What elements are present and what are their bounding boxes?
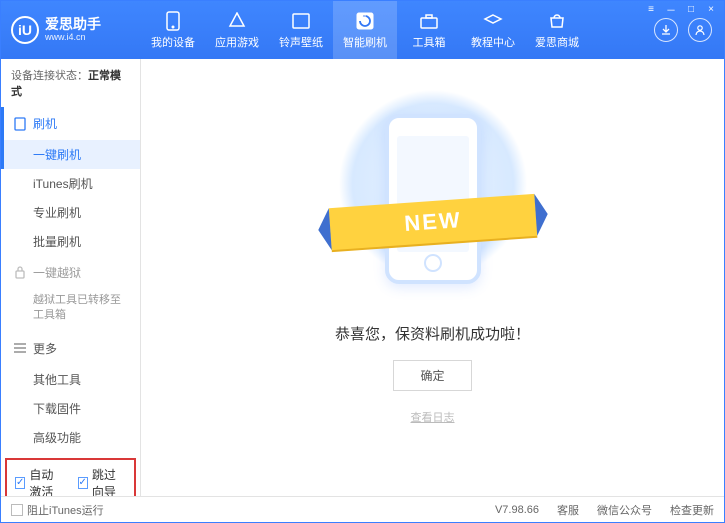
refresh-icon: [355, 11, 375, 31]
sidebar-item-pro-flash[interactable]: 专业刷机: [1, 198, 140, 227]
graduation-icon: [483, 11, 503, 31]
titlebar: ≡ － □ × iU 爱思助手 www.i4.cn 我的设备 应用游戏 铃声壁纸: [1, 1, 724, 59]
logo-icon: iU: [11, 16, 39, 44]
sidebar-header-flash[interactable]: 刷机: [1, 107, 140, 140]
sidebar-item-oneclick-flash[interactable]: 一键刷机: [1, 140, 140, 169]
nav-label: 工具箱: [413, 34, 446, 50]
ok-button[interactable]: 确定: [393, 360, 471, 391]
sidebar-header-more[interactable]: 更多: [1, 332, 140, 365]
store-icon: [547, 11, 567, 31]
sidebar-item-other-tools[interactable]: 其他工具: [1, 365, 140, 394]
apps-icon: [227, 11, 247, 31]
flash-icon: [13, 117, 27, 131]
logo-area: iU 爱思助手 www.i4.cn: [1, 16, 141, 44]
main-content: NEW 恭喜您，保资料刷机成功啦！ 确定 查看日志: [141, 59, 724, 496]
nav-apps[interactable]: 应用游戏: [205, 1, 269, 59]
jailbreak-note: 越狱工具已转移至工具箱: [1, 289, 140, 332]
sidebar-header-jailbreak[interactable]: 一键越狱: [1, 256, 140, 289]
nav-label: 我的设备: [151, 34, 195, 50]
checkbox-label: 自动激活: [29, 466, 63, 496]
status-label: 设备连接状态：: [11, 70, 88, 82]
checkbox-label: 跳过向导: [92, 466, 126, 496]
checkbox-icon: ✓: [78, 477, 88, 489]
minimize-button[interactable]: －: [664, 3, 678, 15]
footer: ✓ 阻止iTunes运行 V7.98.66 客服 微信公众号 检查更新: [1, 496, 724, 522]
sidebar-item-itunes-flash[interactable]: iTunes刷机: [1, 169, 140, 198]
checkbox-icon: ✓: [11, 504, 23, 516]
nav-smart-flash[interactable]: 智能刷机: [333, 1, 397, 59]
nav-ringtones[interactable]: 铃声壁纸: [269, 1, 333, 59]
customer-service-link[interactable]: 客服: [557, 502, 579, 518]
sidebar: 设备连接状态：正常模式 刷机 一键刷机 iTunes刷机 专业刷机 批量刷机 一…: [1, 59, 141, 496]
block-itunes-checkbox[interactable]: ✓ 阻止iTunes运行: [11, 502, 104, 518]
nav-my-device[interactable]: 我的设备: [141, 1, 205, 59]
close-button[interactable]: ×: [704, 3, 718, 15]
view-log-link[interactable]: 查看日志: [411, 409, 455, 425]
toolbox-icon: [419, 11, 439, 31]
wallpaper-icon: [291, 11, 311, 31]
success-message: 恭喜您，保资料刷机成功啦！: [335, 323, 530, 344]
menu-button[interactable]: ≡: [644, 3, 658, 15]
sidebar-header-label: 更多: [33, 340, 57, 357]
download-button[interactable]: [654, 18, 678, 42]
nav-label: 应用游戏: [215, 34, 259, 50]
skip-guide-checkbox[interactable]: ✓ 跳过向导: [78, 466, 127, 496]
nav-label: 爱思商城: [535, 34, 579, 50]
app-window: ≡ － □ × iU 爱思助手 www.i4.cn 我的设备 应用游戏 铃声壁纸: [0, 0, 725, 523]
window-controls: ≡ － □ ×: [644, 3, 718, 15]
user-button[interactable]: [688, 18, 712, 42]
nav-tutorials[interactable]: 教程中心: [461, 1, 525, 59]
checkbox-icon: ✓: [15, 477, 25, 489]
nav-toolbox[interactable]: 工具箱: [397, 1, 461, 59]
options-highlight-box: ✓ 自动激活 ✓ 跳过向导: [5, 458, 136, 496]
nav-label: 智能刷机: [343, 34, 387, 50]
more-icon: [13, 341, 27, 355]
nav-label: 铃声壁纸: [279, 34, 323, 50]
nav-store[interactable]: 爱思商城: [525, 1, 589, 59]
sidebar-item-advanced[interactable]: 高级功能: [1, 423, 140, 452]
logo-title: 爱思助手: [45, 17, 101, 32]
titlebar-right: [642, 18, 724, 42]
logo-subtitle: www.i4.cn: [45, 33, 101, 43]
wechat-link[interactable]: 微信公众号: [597, 502, 652, 518]
sidebar-item-download-firmware[interactable]: 下载固件: [1, 394, 140, 423]
body: 设备连接状态：正常模式 刷机 一键刷机 iTunes刷机 专业刷机 批量刷机 一…: [1, 59, 724, 496]
sidebar-header-label: 一键越狱: [33, 264, 81, 281]
checkbox-label: 阻止iTunes运行: [27, 502, 104, 518]
check-update-link[interactable]: 检查更新: [670, 502, 714, 518]
auto-activate-checkbox[interactable]: ✓ 自动激活: [15, 466, 64, 496]
sidebar-item-batch-flash[interactable]: 批量刷机: [1, 227, 140, 256]
lock-icon: [13, 266, 27, 280]
phone-illustration: NEW: [358, 99, 508, 299]
version-label: V7.98.66: [495, 504, 539, 516]
maximize-button[interactable]: □: [684, 3, 698, 15]
phone-icon: [163, 11, 183, 31]
main-nav: 我的设备 应用游戏 铃声壁纸 智能刷机 工具箱 教程中心: [141, 1, 642, 59]
nav-label: 教程中心: [471, 34, 515, 50]
sidebar-header-label: 刷机: [33, 115, 57, 132]
connection-status: 设备连接状态：正常模式: [1, 59, 140, 107]
